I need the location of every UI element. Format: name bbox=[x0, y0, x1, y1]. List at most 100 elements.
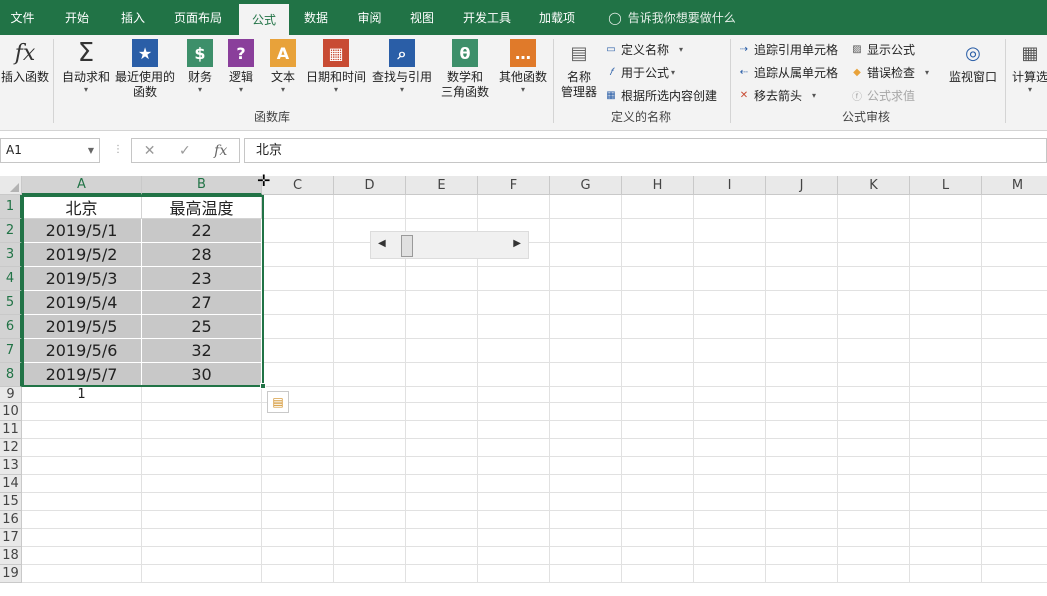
cell-M16[interactable] bbox=[982, 511, 1047, 529]
cell-J10[interactable] bbox=[766, 403, 838, 421]
error-checking-button[interactable]: ◆ 错误检查 ▾ bbox=[850, 64, 929, 81]
cell-J14[interactable] bbox=[766, 475, 838, 493]
cell-A16[interactable] bbox=[22, 511, 142, 529]
cell-M13[interactable] bbox=[982, 457, 1047, 475]
column-header[interactable]: M bbox=[982, 176, 1047, 195]
cell-E18[interactable] bbox=[406, 547, 478, 565]
cell-I14[interactable] bbox=[694, 475, 766, 493]
cell-E12[interactable] bbox=[406, 439, 478, 457]
cell-H5[interactable] bbox=[622, 291, 694, 315]
cell-K17[interactable] bbox=[838, 529, 910, 547]
cell-G13[interactable] bbox=[550, 457, 622, 475]
cell-L6[interactable] bbox=[910, 315, 982, 339]
cell-A17[interactable] bbox=[22, 529, 142, 547]
row-header[interactable]: 19 bbox=[0, 565, 22, 583]
cell-K10[interactable] bbox=[838, 403, 910, 421]
cell-I8[interactable] bbox=[694, 363, 766, 387]
cell-D12[interactable] bbox=[334, 439, 406, 457]
cell-J1[interactable] bbox=[766, 195, 838, 219]
cell-A5[interactable]: 2019/5/4 bbox=[22, 291, 142, 315]
cell-I9[interactable] bbox=[694, 387, 766, 403]
cell-C15[interactable] bbox=[262, 493, 334, 511]
cell-A6[interactable]: 2019/5/5 bbox=[22, 315, 142, 339]
cell-G16[interactable] bbox=[550, 511, 622, 529]
calc-options-button[interactable]: ▦ 计算选 ▾ bbox=[1008, 39, 1047, 95]
row-header[interactable]: 14 bbox=[0, 475, 22, 493]
cell-F17[interactable] bbox=[478, 529, 550, 547]
cell-K6[interactable] bbox=[838, 315, 910, 339]
cell-E9[interactable] bbox=[406, 387, 478, 403]
cell-H15[interactable] bbox=[622, 493, 694, 511]
cell-B14[interactable] bbox=[142, 475, 262, 493]
cell-L13[interactable] bbox=[910, 457, 982, 475]
insert-function-button[interactable]: fx 插入函数 bbox=[0, 39, 50, 85]
column-header[interactable]: G bbox=[550, 176, 622, 195]
use-in-formula-button[interactable]: 𝑓 用于公式 ▾ bbox=[604, 64, 675, 81]
cell-C6[interactable] bbox=[262, 315, 334, 339]
cell-M12[interactable] bbox=[982, 439, 1047, 457]
cell-L11[interactable] bbox=[910, 421, 982, 439]
cell-D6[interactable] bbox=[334, 315, 406, 339]
evaluate-formula-button[interactable]: ⓕ 公式求值 bbox=[850, 87, 915, 104]
column-header[interactable]: L bbox=[910, 176, 982, 195]
cell-C17[interactable] bbox=[262, 529, 334, 547]
cell-A19[interactable] bbox=[22, 565, 142, 583]
cell-D11[interactable] bbox=[334, 421, 406, 439]
cancel-icon[interactable]: ✕ bbox=[144, 143, 156, 159]
cell-A10[interactable] bbox=[22, 403, 142, 421]
row-header[interactable]: 6 bbox=[0, 315, 22, 339]
cell-A1[interactable]: 北京 bbox=[22, 195, 142, 219]
cell-H4[interactable] bbox=[622, 267, 694, 291]
define-name-button[interactable]: ▭ 定义名称 ▾ bbox=[604, 41, 683, 58]
cell-A13[interactable] bbox=[22, 457, 142, 475]
cell-B15[interactable] bbox=[142, 493, 262, 511]
cell-M15[interactable] bbox=[982, 493, 1047, 511]
cell-G12[interactable] bbox=[550, 439, 622, 457]
cell-J19[interactable] bbox=[766, 565, 838, 583]
cell-L1[interactable] bbox=[910, 195, 982, 219]
cell-A18[interactable] bbox=[22, 547, 142, 565]
chevron-down-icon[interactable]: ▼ bbox=[88, 139, 94, 162]
cell-B6[interactable]: 25 bbox=[142, 315, 262, 339]
name-box[interactable]: A1 ▼ bbox=[0, 138, 100, 163]
cell-B16[interactable] bbox=[142, 511, 262, 529]
cell-G15[interactable] bbox=[550, 493, 622, 511]
cell-K14[interactable] bbox=[838, 475, 910, 493]
cell-B7[interactable]: 32 bbox=[142, 339, 262, 363]
tab-data[interactable]: 数据 bbox=[289, 0, 343, 35]
splitter-dots-icon[interactable]: ⋮ bbox=[113, 144, 123, 155]
cell-G5[interactable] bbox=[550, 291, 622, 315]
cell-M6[interactable] bbox=[982, 315, 1047, 339]
cell-E14[interactable] bbox=[406, 475, 478, 493]
cell-B5[interactable]: 27 bbox=[142, 291, 262, 315]
cell-F5[interactable] bbox=[478, 291, 550, 315]
fill-handle[interactable] bbox=[260, 383, 266, 389]
cell-I12[interactable] bbox=[694, 439, 766, 457]
cell-K18[interactable] bbox=[838, 547, 910, 565]
cell-C8[interactable] bbox=[262, 363, 334, 387]
cell-J6[interactable] bbox=[766, 315, 838, 339]
row-header[interactable]: 9 bbox=[0, 387, 22, 403]
logical-button[interactable]: ? 逻辑 ▾ bbox=[223, 39, 259, 95]
cell-J12[interactable] bbox=[766, 439, 838, 457]
cell-C3[interactable] bbox=[262, 243, 334, 267]
column-header[interactable]: K bbox=[838, 176, 910, 195]
cell-M19[interactable] bbox=[982, 565, 1047, 583]
cell-I15[interactable] bbox=[694, 493, 766, 511]
cell-B19[interactable] bbox=[142, 565, 262, 583]
cell-D18[interactable] bbox=[334, 547, 406, 565]
cell-L5[interactable] bbox=[910, 291, 982, 315]
enter-icon[interactable]: ✓ bbox=[179, 143, 191, 159]
row-header[interactable]: 10 bbox=[0, 403, 22, 421]
cell-M11[interactable] bbox=[982, 421, 1047, 439]
cell-M7[interactable] bbox=[982, 339, 1047, 363]
cell-J15[interactable] bbox=[766, 493, 838, 511]
cell-E13[interactable] bbox=[406, 457, 478, 475]
cell-B2[interactable]: 22 bbox=[142, 219, 262, 243]
cell-E19[interactable] bbox=[406, 565, 478, 583]
cell-D5[interactable] bbox=[334, 291, 406, 315]
cell-F12[interactable] bbox=[478, 439, 550, 457]
cell-J18[interactable] bbox=[766, 547, 838, 565]
cell-I11[interactable] bbox=[694, 421, 766, 439]
cell-F15[interactable] bbox=[478, 493, 550, 511]
